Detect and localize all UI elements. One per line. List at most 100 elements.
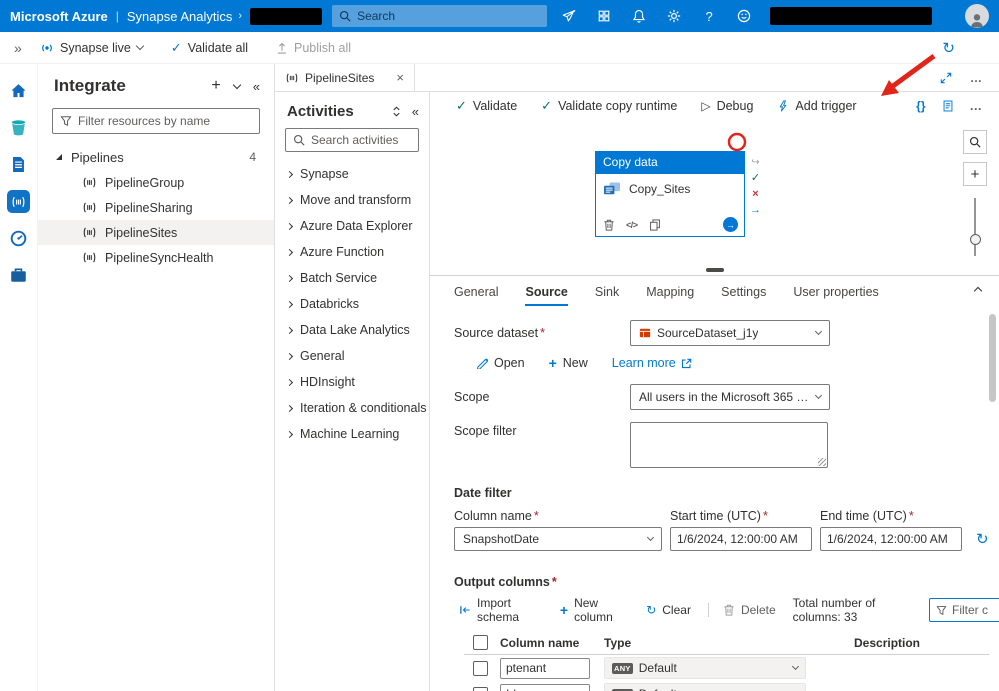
tab-mapping[interactable]: Mapping bbox=[646, 285, 694, 306]
code-view-icon[interactable]: {} bbox=[916, 99, 925, 113]
select-all-checkbox[interactable] bbox=[473, 635, 488, 650]
global-search[interactable] bbox=[332, 5, 548, 27]
nav-develop[interactable] bbox=[0, 146, 38, 183]
pipeline-item-pipelinegroup[interactable]: PipelineGroup bbox=[38, 170, 274, 195]
filter-columns-box[interactable] bbox=[929, 598, 999, 622]
collapse-activities-icon[interactable]: « bbox=[412, 104, 419, 119]
user-avatar[interactable] bbox=[965, 4, 989, 28]
new-dataset-button[interactable]: + New bbox=[549, 356, 588, 370]
collapse-panel-icon[interactable]: « bbox=[253, 79, 260, 94]
clone-activity-icon[interactable] bbox=[649, 219, 661, 231]
pipeline-item-pipelinesynchealth[interactable]: PipelineSyncHealth bbox=[38, 245, 274, 270]
nav-home[interactable] bbox=[0, 72, 38, 109]
expand-canvas-icon[interactable] bbox=[940, 72, 952, 84]
category-move-and-transform[interactable]: Move and transform bbox=[275, 187, 429, 213]
pipeline-canvas[interactable]: Copy data Copy_Sites </> → ↪ ✓ × → + bbox=[430, 119, 999, 275]
category-databricks[interactable]: Databricks bbox=[275, 291, 429, 317]
refresh-icon[interactable]: ↻ bbox=[942, 39, 955, 57]
completion-port-icon[interactable]: → bbox=[750, 204, 761, 217]
import-schema-button[interactable]: Import schema bbox=[454, 596, 547, 624]
learn-more-link[interactable]: Learn more bbox=[612, 356, 692, 370]
tab-settings[interactable]: Settings bbox=[721, 285, 766, 306]
add-trigger-button[interactable]: Add trigger bbox=[777, 99, 857, 113]
validate-all-button[interactable]: ✓ Validate all bbox=[171, 40, 248, 56]
column-name-select[interactable]: SnapshotDate bbox=[454, 527, 662, 551]
end-time-input[interactable] bbox=[820, 527, 962, 551]
more-tab-actions-icon[interactable]: … bbox=[970, 71, 983, 85]
nav-integrate[interactable] bbox=[0, 183, 38, 220]
pipeline-item-pipelinesites[interactable]: PipelineSites bbox=[38, 220, 274, 245]
tab-user-properties[interactable]: User properties bbox=[793, 285, 878, 306]
view-code-icon[interactable]: </> bbox=[626, 220, 638, 230]
category-azure-data-explorer[interactable]: Azure Data Explorer bbox=[275, 213, 429, 239]
settings-gear-icon[interactable] bbox=[666, 8, 682, 24]
category-batch-service[interactable]: Batch Service bbox=[275, 265, 429, 291]
column-name-input[interactable] bbox=[500, 683, 590, 691]
category-azure-function[interactable]: Azure Function bbox=[275, 239, 429, 265]
activities-search-input[interactable] bbox=[311, 133, 411, 147]
nav-data[interactable] bbox=[0, 109, 38, 146]
scope-filter-textarea[interactable] bbox=[630, 422, 828, 468]
zoom-slider[interactable] bbox=[969, 198, 981, 256]
tab-general[interactable]: General bbox=[454, 285, 498, 306]
category-iteration-conditionals[interactable]: Iteration & conditionals bbox=[275, 395, 429, 421]
clear-columns-button[interactable]: ↻ Clear bbox=[641, 603, 696, 617]
success-port-icon[interactable]: ✓ bbox=[751, 172, 760, 185]
global-search-input[interactable] bbox=[357, 9, 541, 23]
tab-sink[interactable]: Sink bbox=[595, 285, 619, 306]
skipped-port-icon[interactable]: ↪ bbox=[751, 157, 759, 169]
source-dataset-select[interactable]: SourceDataset_j1y bbox=[630, 320, 830, 346]
failure-port-icon[interactable]: × bbox=[752, 188, 758, 201]
sort-updown-icon[interactable] bbox=[391, 106, 402, 117]
scope-select[interactable]: All users in the Microsoft 365 tenant bbox=[630, 384, 830, 410]
feedback-smiley-icon[interactable] bbox=[736, 8, 752, 24]
validate-copy-runtime-button[interactable]: ✓ Validate copy runtime bbox=[541, 98, 677, 114]
zoom-slider-handle[interactable] bbox=[969, 234, 981, 245]
category-hdinsight[interactable]: HDInsight bbox=[275, 369, 429, 395]
resource-filter-input[interactable] bbox=[78, 114, 252, 128]
help-icon[interactable]: ? bbox=[701, 8, 717, 24]
resize-grip-icon[interactable] bbox=[818, 458, 826, 466]
panel-resize-handle[interactable] bbox=[705, 268, 724, 272]
category-synapse[interactable]: Synapse bbox=[275, 161, 429, 187]
new-column-button[interactable]: + New column bbox=[555, 596, 633, 624]
more-actions-chevron-icon[interactable] bbox=[232, 80, 242, 89]
add-next-activity-icon[interactable]: → bbox=[723, 217, 738, 232]
notifications-bell-icon[interactable] bbox=[631, 8, 647, 24]
filter-columns-input[interactable] bbox=[952, 603, 999, 617]
copy-data-activity[interactable]: Copy data Copy_Sites </> → ↪ ✓ × → bbox=[595, 151, 761, 237]
close-tab-icon[interactable]: × bbox=[396, 70, 404, 85]
pipeline-item-pipelinesharing[interactable]: PipelineSharing bbox=[38, 195, 274, 220]
delete-activity-icon[interactable] bbox=[603, 219, 615, 231]
pipelines-section-row[interactable]: Pipelines 4 bbox=[38, 144, 274, 170]
add-resource-icon[interactable]: + bbox=[211, 78, 220, 94]
properties-scrollbar-thumb[interactable] bbox=[989, 314, 996, 402]
azure-brand-link[interactable]: Microsoft Azure bbox=[10, 9, 108, 24]
activities-search-box[interactable] bbox=[285, 128, 419, 152]
refresh-dates-icon[interactable]: ↻ bbox=[976, 530, 989, 548]
column-name-input[interactable] bbox=[500, 657, 590, 679]
category-data-lake-analytics[interactable]: Data Lake Analytics bbox=[275, 317, 429, 343]
expand-rail-icon[interactable]: » bbox=[14, 40, 40, 56]
publish-all-button[interactable]: Publish all bbox=[276, 41, 351, 55]
row-checkbox[interactable] bbox=[473, 686, 488, 691]
properties-pane-icon[interactable] bbox=[942, 100, 954, 112]
tab-source[interactable]: Source bbox=[525, 285, 568, 306]
feedback-send-icon[interactable] bbox=[561, 8, 577, 24]
tab-pipelinesites[interactable]: PipelineSites × bbox=[275, 64, 415, 91]
start-time-input[interactable] bbox=[670, 527, 812, 551]
nav-manage[interactable] bbox=[0, 257, 38, 294]
delete-column-button[interactable]: Delete bbox=[707, 603, 781, 617]
collapse-properties-icon[interactable] bbox=[973, 283, 983, 306]
apps-grid-icon[interactable] bbox=[596, 8, 612, 24]
row-checkbox[interactable] bbox=[473, 660, 488, 676]
zoom-in-button[interactable]: + bbox=[963, 162, 987, 186]
branch-mode-selector[interactable]: Synapse live bbox=[40, 41, 145, 55]
category-general[interactable]: General bbox=[275, 343, 429, 369]
column-type-select[interactable]: ANY Default bbox=[604, 683, 806, 691]
validate-button[interactable]: ✓ Validate bbox=[456, 98, 517, 114]
column-type-select[interactable]: ANY Default bbox=[604, 657, 806, 679]
open-dataset-button[interactable]: Open bbox=[476, 356, 525, 370]
more-canvas-actions-icon[interactable]: … bbox=[970, 99, 984, 113]
resource-filter-box[interactable] bbox=[52, 108, 260, 134]
